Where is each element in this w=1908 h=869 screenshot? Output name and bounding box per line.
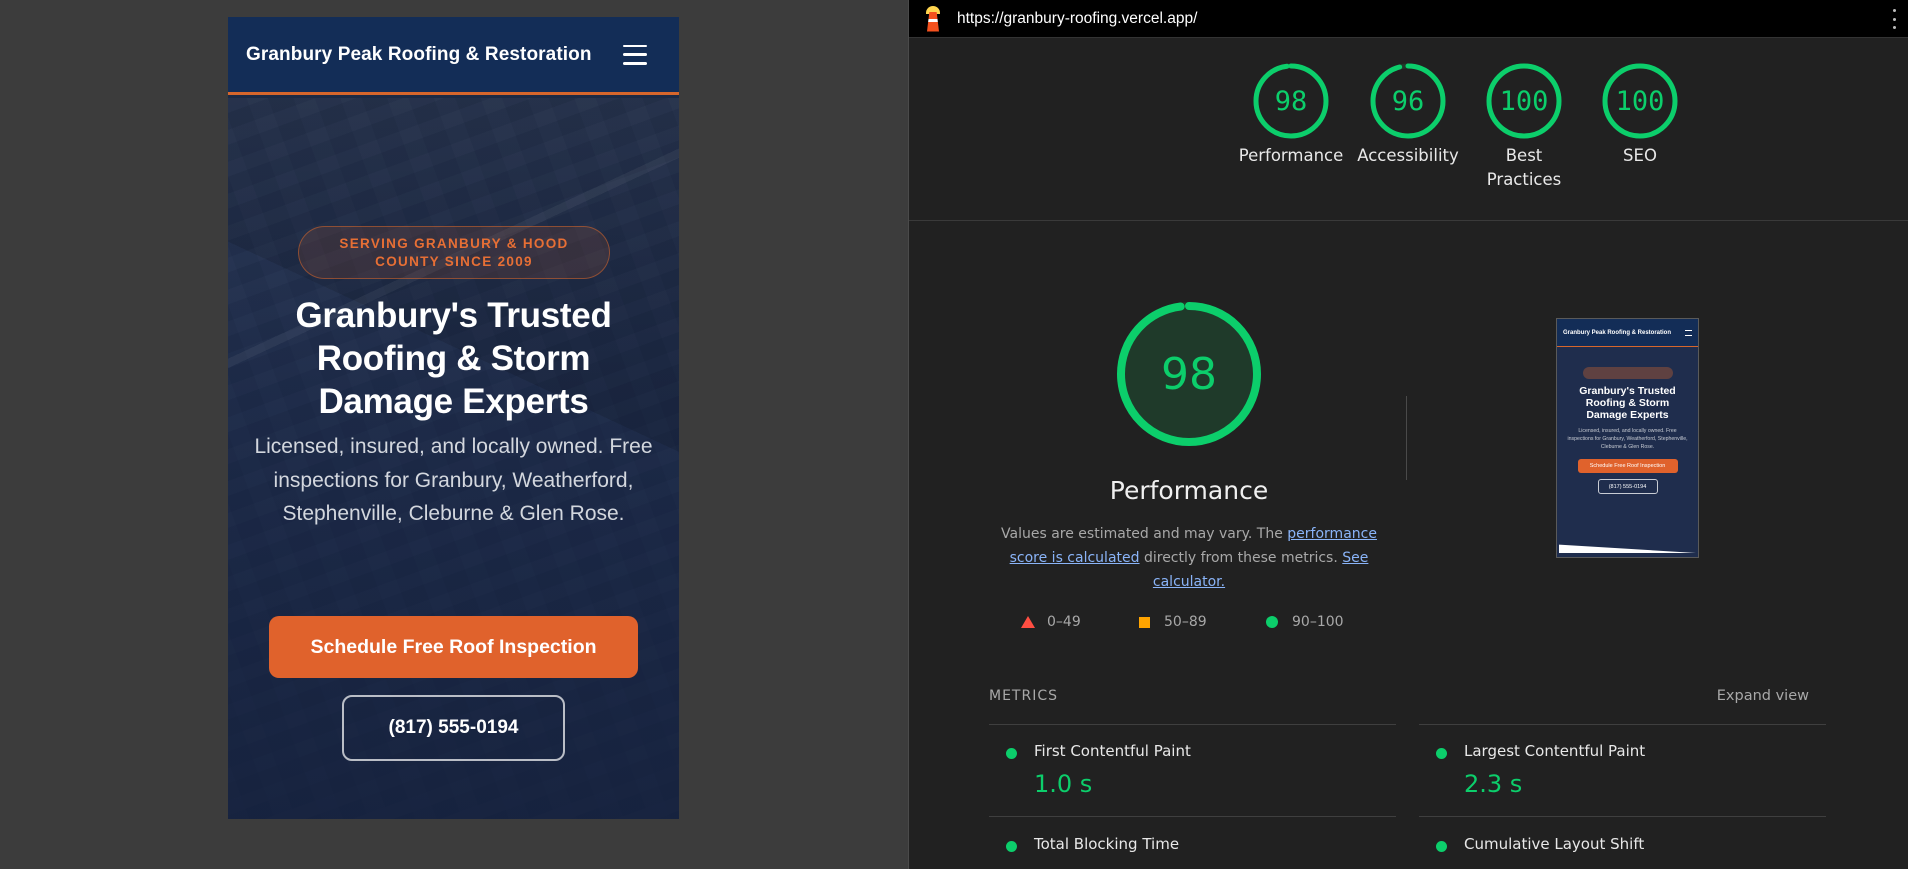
- note-text: Values are estimated and may vary. The: [1001, 526, 1288, 542]
- legend-range: 0–49: [1047, 614, 1081, 630]
- gauge-score: 96: [1391, 85, 1425, 117]
- metric-name: First Contentful Paint: [1034, 742, 1191, 760]
- gauge-best-practices[interactable]: 100 Best Practices: [1464, 62, 1584, 192]
- metric-lcp: Largest Contentful Paint 2.3 s: [1419, 728, 1819, 808]
- metric-value: 2.3 s: [1464, 770, 1523, 798]
- service-area-badge: SERVING GRANBURY & HOOD COUNTY SINCE 200…: [298, 226, 610, 279]
- thumb-subtitle: Licensed, insured, and locally owned. Fr…: [1567, 428, 1688, 450]
- legend-range: 50–89: [1164, 614, 1207, 630]
- gauge-score: 100: [1615, 85, 1665, 117]
- site-brand[interactable]: Granbury Peak Roofing & Restoration: [246, 44, 592, 66]
- hamburger-menu-icon[interactable]: [623, 44, 647, 65]
- final-screenshot-thumbnail[interactable]: Granbury Peak Roofing & Restoration Gran…: [1556, 318, 1699, 558]
- gauge-seo[interactable]: 100 SEO: [1580, 62, 1700, 168]
- legend-average: 50–89: [1139, 614, 1207, 630]
- gauge-label: SEO: [1623, 146, 1657, 165]
- lighthouse-logo-icon: [921, 4, 945, 34]
- hero-section: SERVING GRANBURY & HOOD COUNTY SINCE 200…: [228, 98, 679, 819]
- thumb-footer-shape: [1559, 544, 1696, 553]
- metric-divider: [1419, 816, 1826, 817]
- expand-view-toggle[interactable]: Expand view: [1717, 688, 1809, 704]
- score-legend: 0–49 50–89 90–100: [1021, 614, 1361, 634]
- thumb-cta: Schedule Free Roof Inspection: [1577, 459, 1678, 473]
- metric-name: Largest Contentful Paint: [1464, 742, 1646, 760]
- metric-divider: [989, 724, 1396, 725]
- thumb-menu-icon: [1685, 329, 1692, 336]
- performance-note: Values are estimated and may vary. The p…: [1001, 522, 1377, 594]
- thumb-headline: Granbury's Trusted Roofing & Storm Damag…: [1579, 385, 1676, 421]
- report-topbar: https://granbury-roofing.vercel.app/: [909, 0, 1908, 38]
- performance-title: Performance: [1109, 476, 1269, 505]
- gauge-label: Accessibility: [1357, 146, 1459, 165]
- metric-divider: [1419, 724, 1826, 725]
- category-gauges: 98 Performance 96 Accessibility 100 Best…: [909, 62, 1908, 202]
- metric-name: Cumulative Layout Shift: [1464, 835, 1645, 853]
- gauge-score: 100: [1499, 85, 1549, 117]
- triangle-icon: [1021, 616, 1035, 628]
- vertical-divider: [1406, 396, 1407, 480]
- square-icon: [1139, 616, 1150, 628]
- metric-value: 1.0 s: [1034, 770, 1093, 798]
- gauge-accessibility[interactable]: 96 Accessibility: [1348, 62, 1468, 168]
- mobile-preview: Granbury Peak Roofing & Restoration SERV…: [228, 17, 679, 819]
- thumb-phone: (817) 555-0194: [1597, 479, 1658, 494]
- site-header: Granbury Peak Roofing & Restoration: [228, 17, 679, 95]
- large-gauge-score: 98: [1161, 348, 1217, 400]
- gauge-performance[interactable]: 98 Performance: [1231, 62, 1351, 168]
- metric-cls: Cumulative Layout Shift: [1419, 821, 1819, 869]
- kebab-menu-icon[interactable]: [1893, 9, 1897, 29]
- performance-gauge-large: 98: [1109, 300, 1269, 448]
- metric-tbt: Total Blocking Time: [989, 821, 1389, 869]
- gauge-score: 98: [1274, 85, 1308, 117]
- metrics-heading: METRICS: [989, 688, 1058, 704]
- legend-range: 90–100: [1292, 614, 1344, 630]
- phone-call-button[interactable]: (817) 555-0194: [342, 695, 565, 761]
- schedule-inspection-button[interactable]: Schedule Free Roof Inspection: [269, 616, 638, 678]
- pass-indicator: [1436, 748, 1447, 759]
- legend-pass: 90–100: [1266, 614, 1344, 630]
- pass-indicator: [1006, 748, 1017, 759]
- hero-headline: Granbury's Trusted Roofing & Storm Damag…: [295, 296, 612, 421]
- metric-divider: [989, 816, 1396, 817]
- lighthouse-report: https://granbury-roofing.vercel.app/ 98 …: [908, 0, 1908, 869]
- hero-subtitle: Licensed, insured, and locally owned. Fr…: [254, 435, 653, 525]
- thumb-header: Granbury Peak Roofing & Restoration: [1557, 319, 1698, 347]
- metric-name: Total Blocking Time: [1034, 835, 1180, 853]
- circle-icon: [1266, 616, 1278, 628]
- gauge-label: Performance: [1238, 146, 1344, 165]
- section-divider: [909, 220, 1908, 221]
- pass-indicator: [1436, 841, 1447, 852]
- thumb-brand: Granbury Peak Roofing & Restoration: [1563, 329, 1672, 336]
- thumb-badge: [1582, 367, 1673, 379]
- report-url[interactable]: https://granbury-roofing.vercel.app/: [957, 10, 1197, 28]
- legend-fail: 0–49: [1021, 614, 1081, 630]
- pass-indicator: [1006, 841, 1017, 852]
- gauge-label: Best Practices: [1486, 146, 1562, 189]
- note-text: directly from these metrics.: [1139, 550, 1343, 566]
- metric-fcp: First Contentful Paint 1.0 s: [989, 728, 1389, 808]
